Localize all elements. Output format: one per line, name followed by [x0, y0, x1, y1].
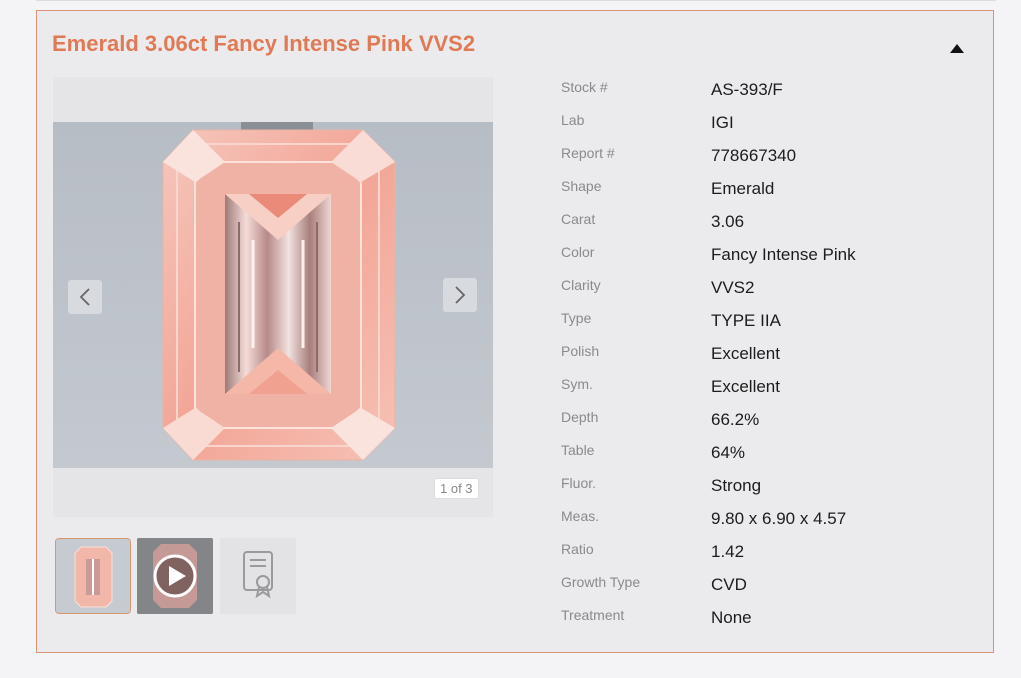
page-divider [36, 0, 996, 1]
certificate-thumbnail[interactable] [220, 538, 296, 614]
collapse-button[interactable] [945, 39, 969, 57]
spec-value: 1.42 [711, 542, 745, 561]
spec-label: Growth Type [561, 574, 641, 590]
video-thumbnail[interactable] [137, 538, 213, 614]
chevron-right-icon [455, 286, 466, 304]
specs-list: Stock # AS-393/F Lab IGI Report # 778667340 Sh… [561, 79, 981, 640]
spec-row: Ratio 1.42 [561, 541, 981, 574]
spec-row: Growth Type CVD [561, 574, 981, 607]
spec-value: 66.2% [711, 410, 760, 429]
diamond-title: Emerald 3.06ct Fancy Intense Pink VVS2 [52, 31, 476, 56]
spec-label: Color [561, 244, 595, 260]
spec-row: Fluor. Strong [561, 475, 981, 508]
spec-label: Lab [561, 112, 585, 128]
chevron-left-icon [79, 288, 90, 306]
spec-row: Clarity VVS2 [561, 277, 981, 310]
spec-row: Shape Emerald [561, 178, 981, 211]
spec-label: Carat [561, 211, 596, 227]
spec-value: CVD [711, 575, 747, 594]
image-counter: 1 of 3 [434, 478, 479, 499]
spec-value: 64% [711, 443, 746, 462]
spec-value: Excellent [711, 344, 780, 363]
spec-value: Emerald [711, 179, 775, 198]
spec-row: Treatment None [561, 607, 981, 640]
spec-value: 3.06 [711, 212, 745, 231]
spec-label: Fluor. [561, 475, 597, 491]
caret-up-icon [950, 43, 964, 53]
image-gallery: 1 of 3 [53, 77, 493, 517]
spec-row: Meas. 9.80 x 6.90 x 4.57 [561, 508, 981, 541]
diamond-detail-card: Emerald 3.06ct Fancy Intense Pink VVS2 1… [36, 10, 994, 653]
spec-row: Carat 3.06 [561, 211, 981, 244]
spec-label: Meas. [561, 508, 600, 524]
previous-image-button[interactable] [68, 280, 102, 314]
spec-row: Depth 66.2% [561, 409, 981, 442]
spec-label: Depth [561, 409, 599, 425]
spec-label: Table [561, 442, 595, 458]
spec-row: Stock # AS-393/F [561, 79, 981, 112]
spec-value: VVS2 [711, 278, 755, 297]
spec-row: Type TYPE IIA [561, 310, 981, 343]
spec-value: 9.80 x 6.90 x 4.57 [711, 509, 847, 528]
spec-label: Shape [561, 178, 602, 194]
spec-label: Polish [561, 343, 600, 359]
spec-row: Report # 778667340 [561, 145, 981, 178]
spec-label: Ratio [561, 541, 594, 557]
spec-value: Strong [711, 476, 762, 495]
spec-label: Treatment [561, 607, 625, 623]
spec-value: None [711, 608, 752, 627]
spec-value: AS-393/F [711, 80, 783, 99]
spec-row: Lab IGI [561, 112, 981, 145]
spec-label: Sym. [561, 376, 593, 392]
spec-value: IGI [711, 113, 734, 132]
spec-label: Report # [561, 145, 615, 161]
spec-row: Polish Excellent [561, 343, 981, 376]
play-icon [153, 554, 197, 598]
spec-label: Type [561, 310, 592, 326]
spec-row: Sym. Excellent [561, 376, 981, 409]
spec-row: Color Fancy Intense Pink [561, 244, 981, 277]
spec-value: 778667340 [711, 146, 797, 165]
diamond-image-thumbnail[interactable] [55, 538, 131, 614]
spec-label: Clarity [561, 277, 601, 293]
spec-value: Fancy Intense Pink [711, 245, 856, 264]
spec-label: Stock # [561, 79, 608, 95]
diamond-main-image [53, 122, 493, 468]
spec-value: TYPE IIA [711, 311, 781, 330]
certificate-icon [243, 551, 273, 599]
next-image-button[interactable] [443, 278, 477, 312]
spec-value: Excellent [711, 377, 780, 396]
spec-row: Table 64% [561, 442, 981, 475]
